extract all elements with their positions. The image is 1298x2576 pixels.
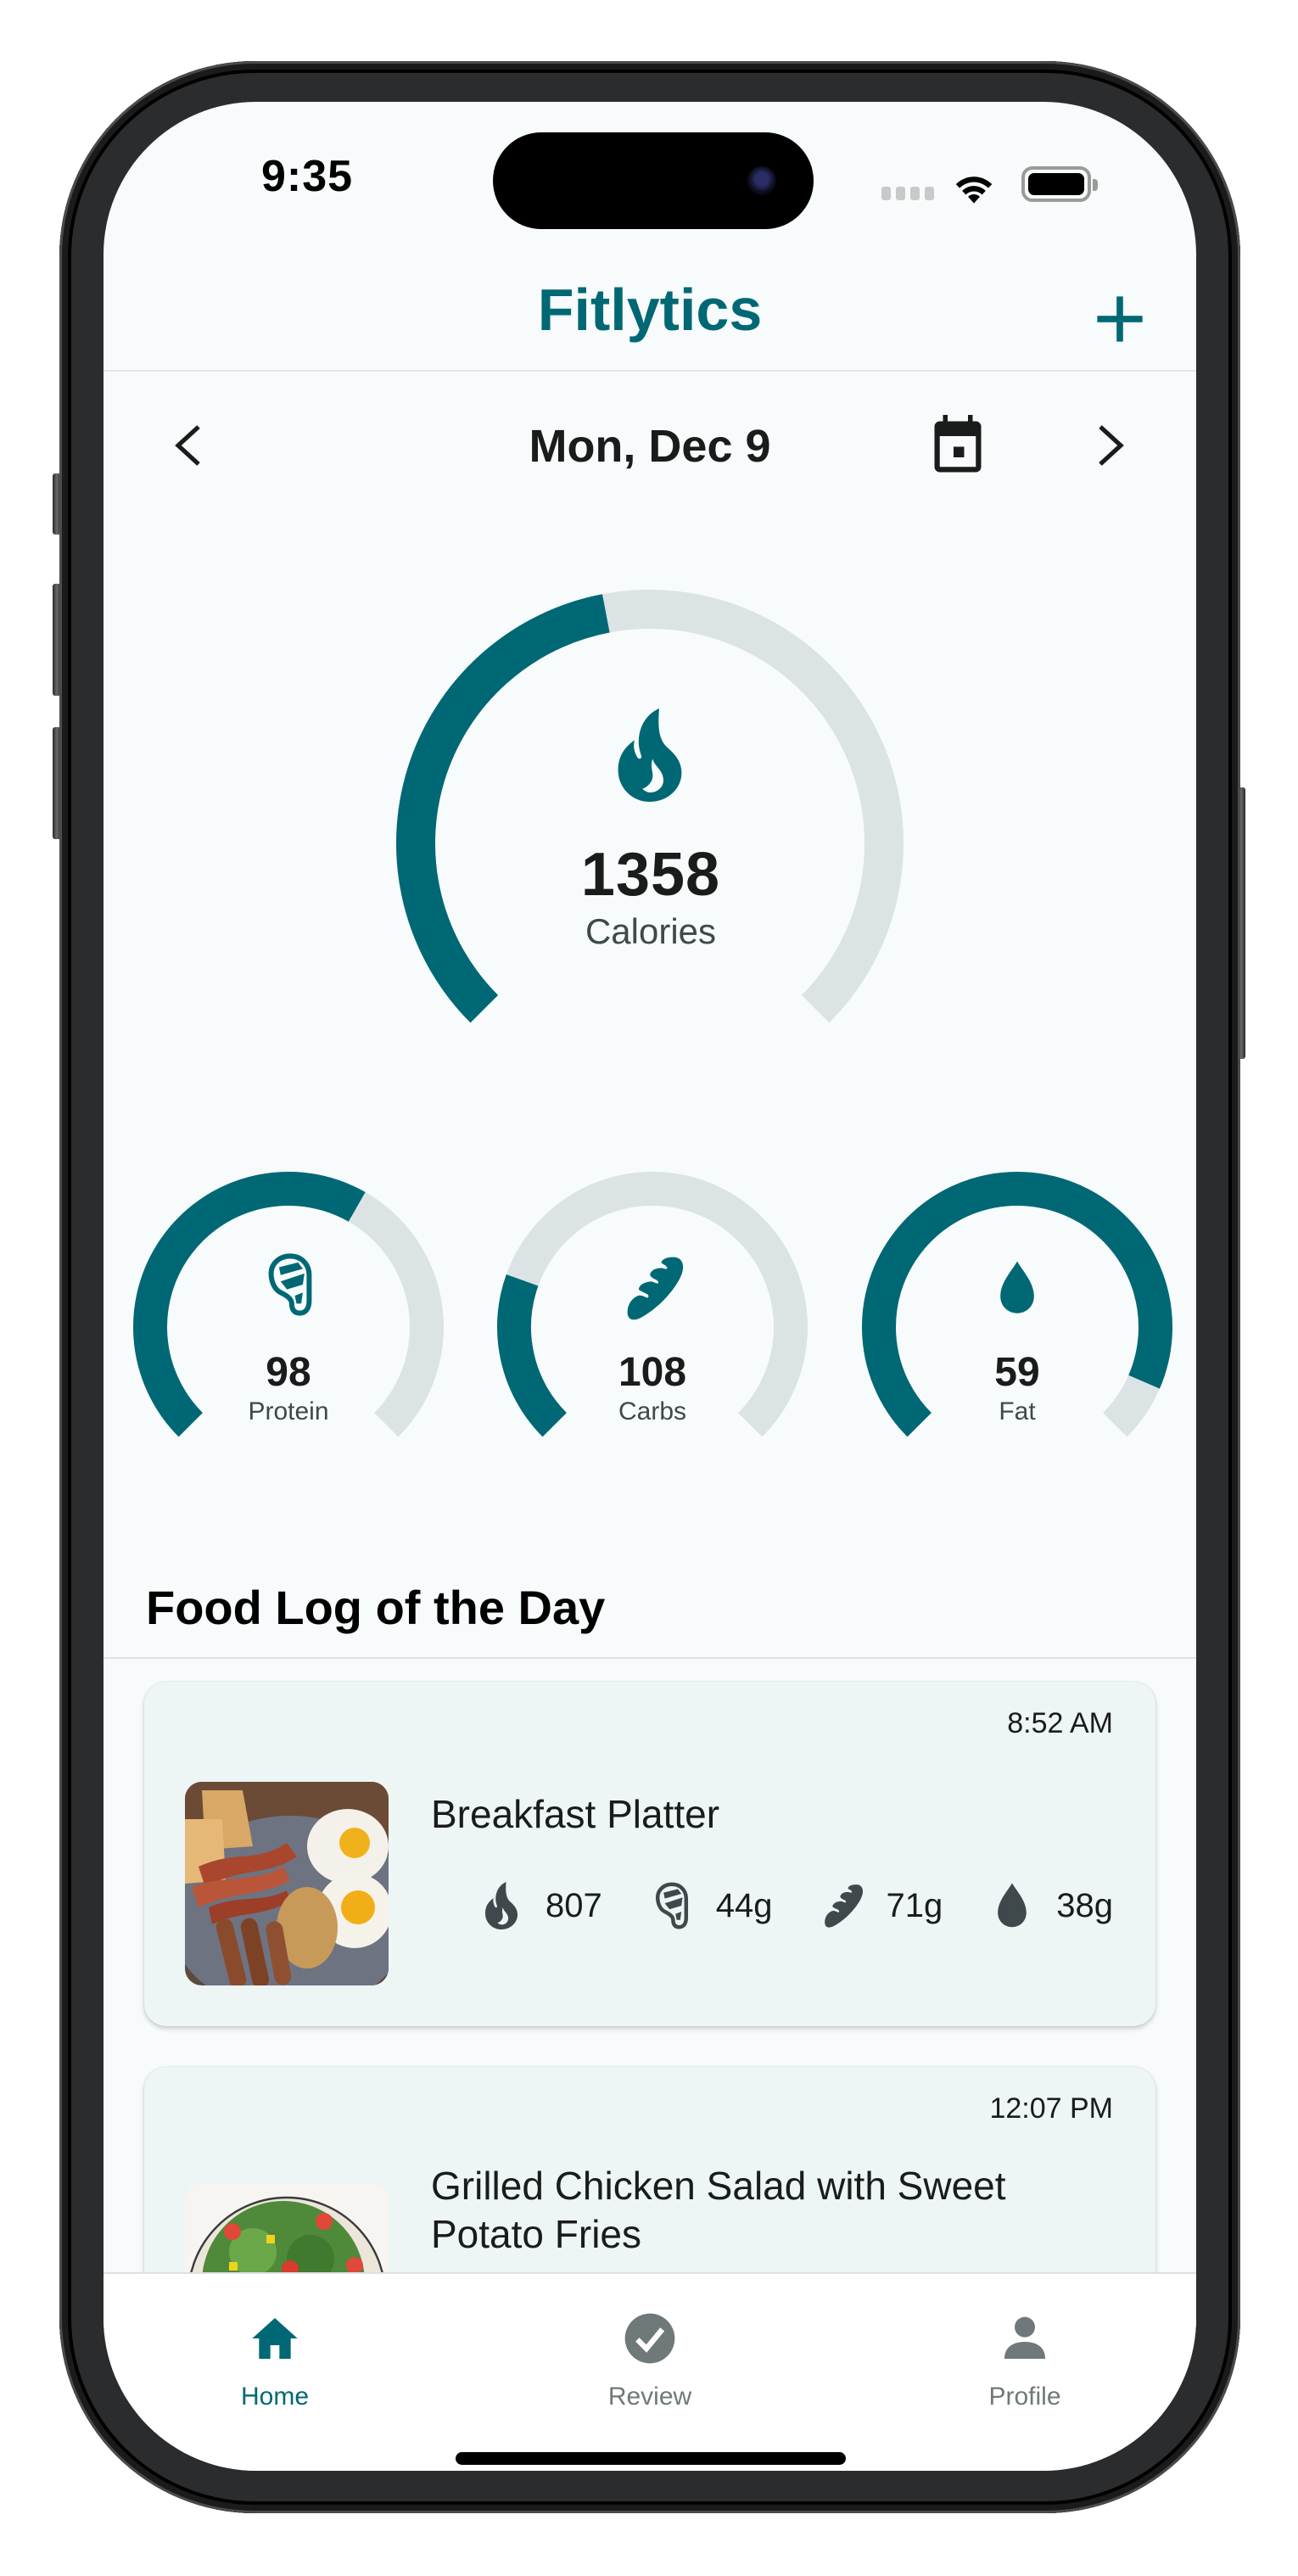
nav-home-label: Home [240, 2383, 310, 2411]
calories-readout: 1358 Calories [528, 840, 774, 952]
battery-icon [1021, 166, 1098, 202]
plus-icon [1097, 296, 1143, 342]
home-indicator[interactable] [456, 2452, 846, 2465]
food-log-title: Food Log of the Day [146, 1581, 606, 1634]
carbs-label: Carbs [618, 1397, 687, 1425]
meat-icon [268, 1253, 312, 1316]
fat-readout: 59 Fat [932, 1349, 1102, 1426]
calories-label: Calories [585, 911, 717, 951]
fat-gauge-ring [862, 1172, 1172, 1437]
drop-icon [1000, 1261, 1034, 1313]
person-icon [1004, 2316, 1045, 2359]
nav-home[interactable]: Home [148, 2274, 402, 2444]
entry-calories-value: 807 [545, 1886, 602, 1924]
protein-value: 98 [266, 1350, 311, 1395]
entry-carbs-value: 71g [886, 1886, 943, 1924]
bread-icon [824, 1884, 863, 1928]
carbs-gauge-ring [497, 1172, 808, 1437]
next-day-button[interactable] [1083, 420, 1134, 471]
entry-carbs: 71g [820, 1882, 943, 1929]
fat-value: 59 [994, 1350, 1040, 1395]
entry-protein: 44g [650, 1882, 773, 1929]
carbs-readout: 108 Carbs [568, 1349, 737, 1426]
entry-time: 8:52 AM [1007, 1707, 1113, 1739]
entry-fat: 38g [990, 1882, 1113, 1929]
entry-fat-value: 38g [1056, 1886, 1113, 1924]
status-time: 9:35 [261, 152, 354, 201]
fat-label: Fat [999, 1397, 1036, 1425]
nav-profile-label: Profile [988, 2383, 1061, 2411]
carbs-gauge-progress [497, 1274, 568, 1437]
calories-value: 1358 [580, 841, 721, 909]
protein-label: Protein [248, 1397, 329, 1425]
entry-calories: 807 [479, 1882, 602, 1929]
protein-readout: 98 Protein [204, 1349, 373, 1426]
add-food-button[interactable] [1088, 287, 1152, 351]
entry-time: 12:07 PM [989, 2092, 1113, 2125]
nav-profile[interactable]: Profile [898, 2274, 1152, 2444]
header-divider [104, 370, 1196, 372]
calendar-button[interactable] [932, 415, 984, 474]
check-circle-icon [624, 2313, 675, 2364]
entry-name: Grilled Chicken Salad with Sweet Potato … [431, 2164, 1006, 2256]
section-divider [104, 1657, 1196, 1659]
current-date: Mon, Dec 9 [529, 421, 771, 472]
bread-icon [627, 1257, 684, 1320]
cellular-signal-icon [881, 187, 934, 200]
camera-icon [747, 166, 776, 195]
home-icon [252, 2318, 298, 2359]
dynamic-island [493, 132, 814, 229]
app-title: Fitlytics [537, 277, 763, 343]
date-navigation: Mon, Dec 9 [104, 403, 1196, 479]
carbs-value: 108 [618, 1350, 687, 1395]
entry-name: Breakfast Platter [431, 1792, 720, 1836]
food-log-entry[interactable]: 8:52 AM Breakfast Platter 807 44g 71g 38… [144, 1682, 1155, 2026]
entry-protein-value: 44g [715, 1886, 773, 1924]
protein-gauge-ring [133, 1172, 444, 1437]
chevron-right-icon [1099, 425, 1124, 466]
flame-icon [618, 708, 682, 802]
wifi-icon [955, 176, 993, 204]
flame-icon [484, 1882, 518, 1929]
entry-macros: 807 44g 71g 38g [432, 1882, 1113, 1929]
meat-icon [655, 1882, 688, 1929]
nav-review-label: Review [607, 2383, 692, 2411]
app-screen: 9:35 Fitlytics Mon, Dec 9 1358 Calories … [104, 102, 1196, 2471]
nav-review[interactable]: Review [523, 2274, 777, 2444]
calendar-icon [934, 415, 982, 473]
breakfast-platter-photo [185, 1782, 389, 1985]
bottom-navigation: Home Review Profile [104, 2272, 1196, 2471]
drop-icon [998, 1883, 1027, 1928]
